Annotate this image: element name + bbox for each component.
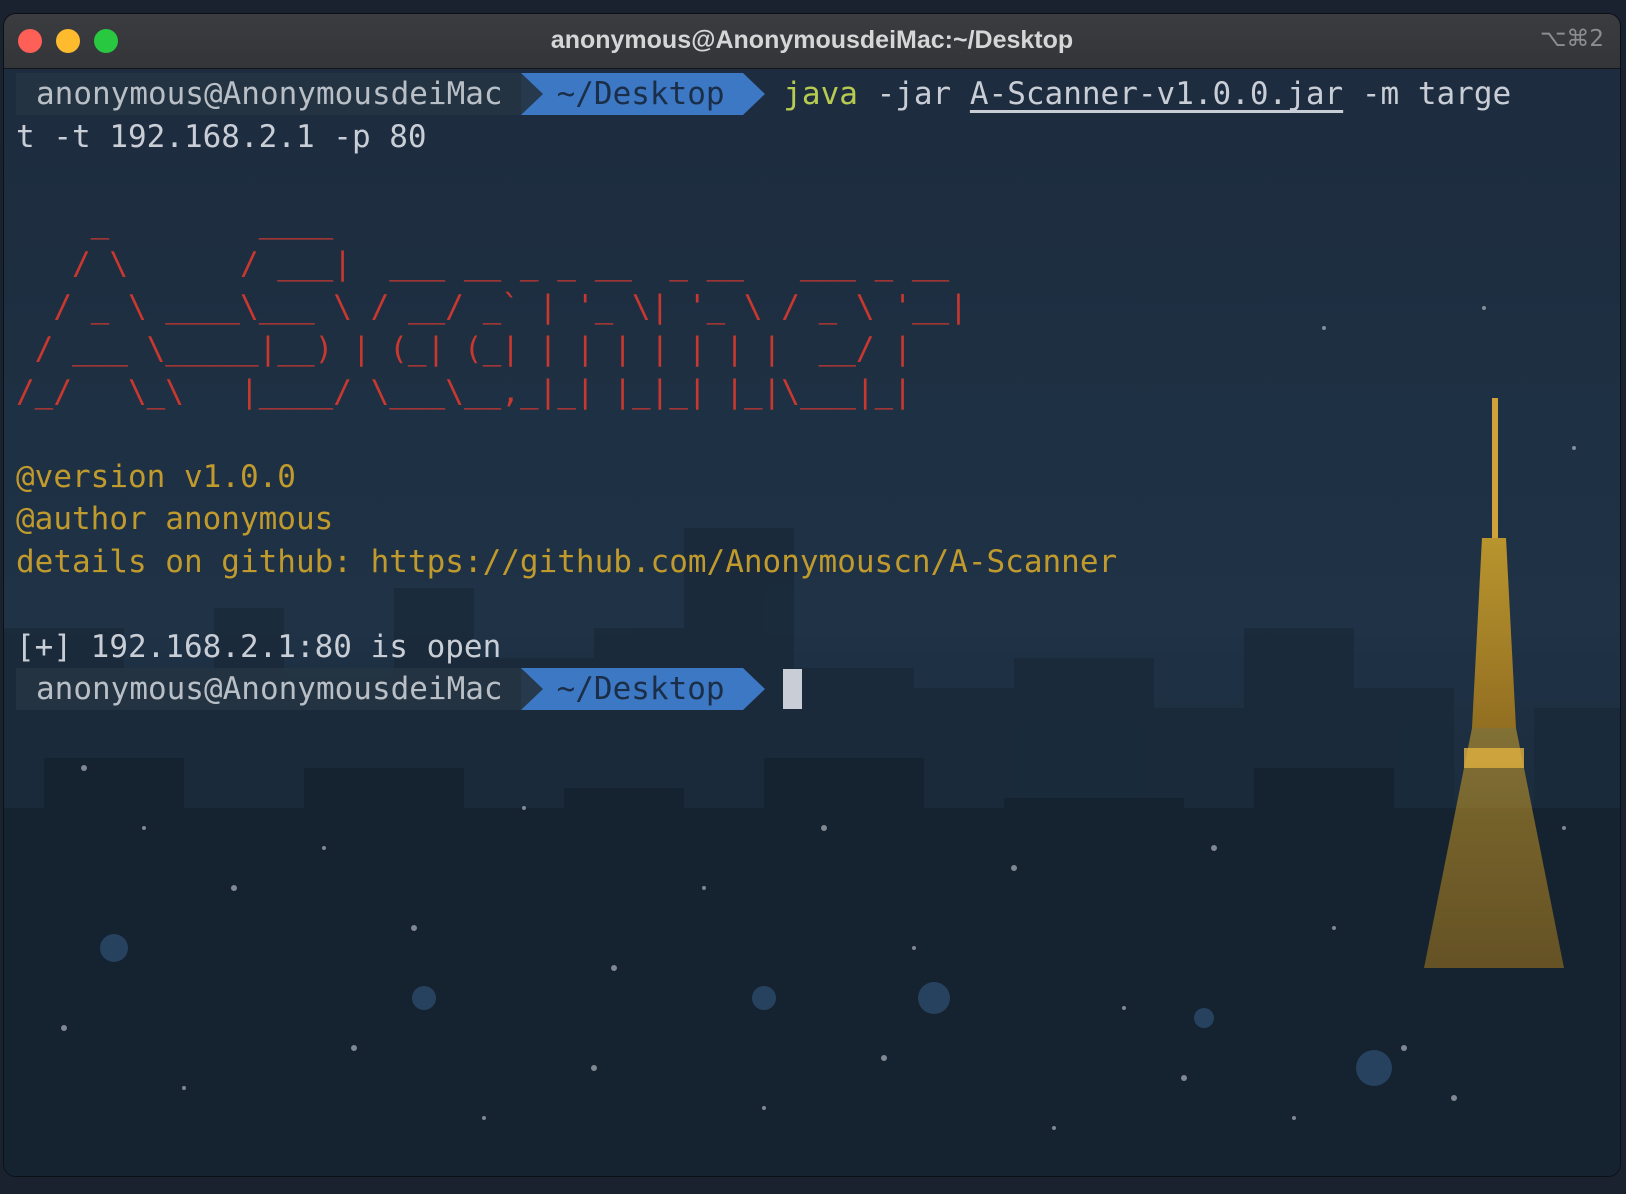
banner-line-2: / \ / ___| ___ __ _ _ __ _ __ ___ _ __ xyxy=(16,246,950,282)
terminal-window: anonymous@AnonymousdeiMac:~/Desktop ⌥⌘2 xyxy=(4,14,1620,1176)
prompt-user-segment: anonymous@AnonymousdeiMac xyxy=(16,73,521,115)
command-jar-path[interactable]: A-Scanner-v1.0.0.jar xyxy=(970,76,1343,112)
scan-result-line: [+] 192.168.2.1:80 is open xyxy=(16,628,502,665)
prompt-separator-icon xyxy=(520,73,543,115)
prompt-line: anonymous@AnonymousdeiMac ~/Desktop xyxy=(16,668,1612,711)
prompt-separator-icon xyxy=(520,668,543,710)
version-line: @version v1.0.0 xyxy=(16,458,296,495)
command-program: java xyxy=(783,76,858,112)
prompt-arrow-icon xyxy=(742,73,765,115)
command-line: anonymous@AnonymousdeiMac ~/Desktop java … xyxy=(16,73,1612,116)
prompt-user-segment: anonymous@AnonymousdeiMac xyxy=(16,668,521,710)
window-title: anonymous@AnonymousdeiMac:~/Desktop xyxy=(550,26,1074,54)
banner-line-4: / ___ \_____|__) | (_| (_| | | | | | | |… xyxy=(16,331,912,367)
command-line-wrap: t -t 192.168.2.1 -p 80 xyxy=(16,118,427,155)
details-line[interactable]: details on github: https://github.com/An… xyxy=(16,541,1612,584)
prompt-arrow-icon xyxy=(742,668,765,710)
text-cursor[interactable] xyxy=(782,669,802,709)
title-bar[interactable]: anonymous@AnonymousdeiMac:~/Desktop ⌥⌘2 xyxy=(4,14,1620,69)
prompt-directory-segment: ~/Desktop xyxy=(542,73,743,115)
prompt-directory-segment: ~/Desktop xyxy=(542,668,743,710)
banner-line-3: / _ \ ____\___ \ / __/ _` | '_ \| '_ \ /… xyxy=(16,288,968,325)
terminal-output[interactable]: anonymous@AnonymousdeiMac ~/Desktop java … xyxy=(16,73,1612,711)
command-args-tail: -m targe xyxy=(1343,76,1512,112)
author-line: @author anonymous xyxy=(16,501,334,537)
banner-line-5: /_/ \_\ |____/ \___\__,_|_| |_|_| |_|\__… xyxy=(16,373,912,410)
window-shortcut-label: ⌥⌘2 xyxy=(1539,26,1604,52)
banner-line-1: _ ____ xyxy=(16,203,334,240)
command-args: -jar xyxy=(857,76,970,112)
